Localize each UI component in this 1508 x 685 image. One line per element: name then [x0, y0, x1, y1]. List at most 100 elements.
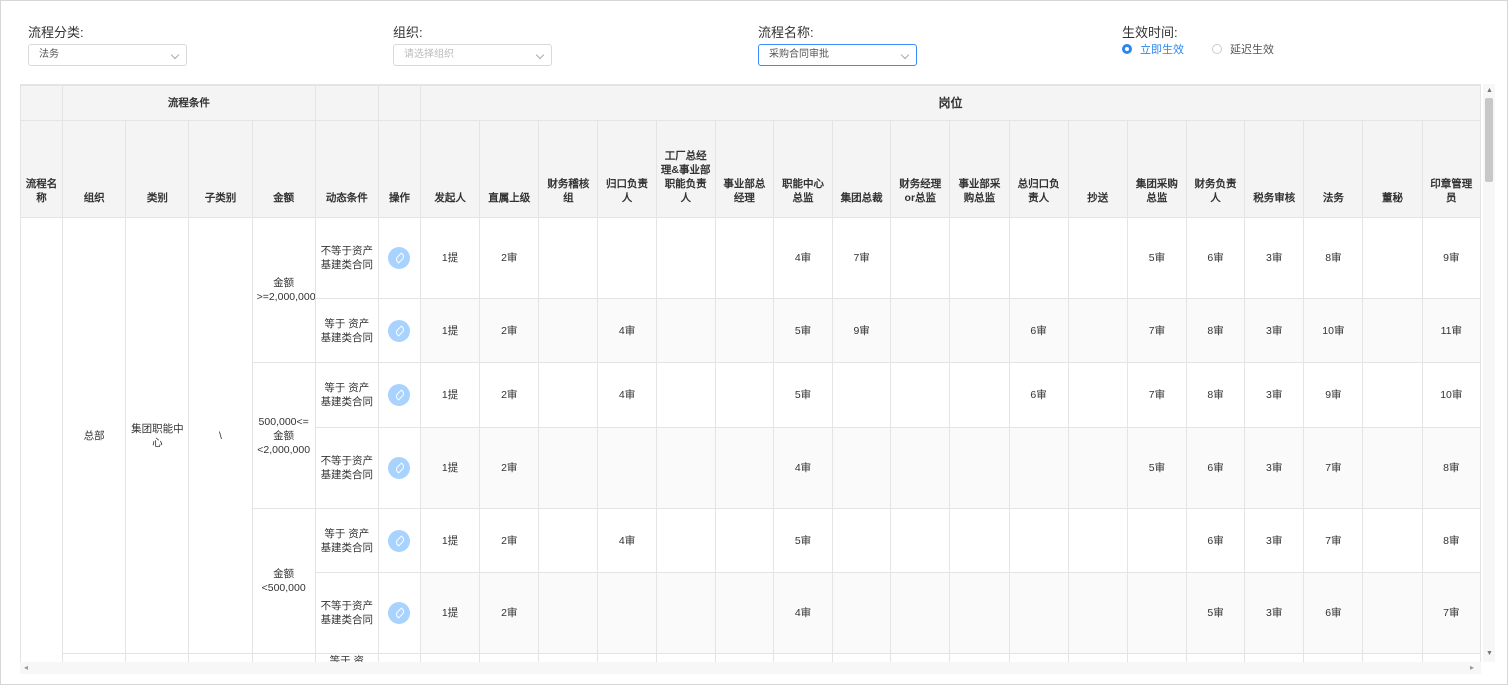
process-name-cell [20, 217, 64, 663]
org-filter-label: 组织: [393, 24, 423, 42]
amount-cell: 金额>=2,000,000 [251, 217, 316, 363]
scroll-left-icon[interactable]: ◂ [24, 663, 28, 672]
position-cell: 6审 [1008, 362, 1069, 428]
radio-delayed-label: 延迟生效 [1230, 44, 1274, 56]
position-cell [538, 508, 599, 573]
column-header: 发起人 [419, 120, 481, 218]
pencil-icon [394, 389, 407, 401]
category-select-value: 法务 [39, 49, 59, 60]
position-cell: 9审 [832, 298, 892, 363]
position-cell: 2审 [479, 217, 540, 299]
edit-icon[interactable] [388, 602, 411, 624]
position-cell: 9审 [1303, 362, 1364, 428]
header-condition-group: 流程条件 [62, 85, 316, 121]
position-cell [655, 572, 716, 654]
column-header: 财务经理or总监 [890, 120, 951, 218]
category-filter-label: 流程分类: [28, 24, 84, 42]
chevron-down-icon [535, 50, 545, 60]
dynamic-condition-cell: 等于 资产基建类合同 [314, 362, 379, 428]
column-header: 类别 [125, 120, 190, 218]
position-cell: 2审 [479, 427, 540, 509]
effective-filter-label: 生效时间: [1122, 24, 1178, 42]
position-cell: 1提 [419, 298, 481, 363]
category-cell: 集团职能中心 [125, 217, 190, 654]
position-cell: 7审 [1421, 572, 1481, 654]
column-header: 事业部采购总监 [949, 120, 1010, 218]
pencil-icon [394, 534, 407, 547]
column-header: 法务 [1303, 120, 1364, 218]
table-row: 总部 集团职能中心 \ 金额>=2,000,000 不等于资产基建类合同 1提 2审 4审 7审… [20, 217, 1481, 663]
column-header: 工厂总经理&事业部职能负责人 [655, 120, 716, 218]
dynamic-condition-cell: 不等于资产基建类合同 [314, 217, 379, 299]
operation-cell [377, 217, 422, 299]
position-cell: 8审 [1421, 427, 1481, 509]
edit-icon[interactable] [388, 247, 411, 269]
edit-icon[interactable] [388, 319, 411, 342]
category-select[interactable]: 法务 [28, 44, 187, 66]
position-cell [597, 427, 657, 509]
column-header: 子类别 [188, 120, 253, 218]
position-cell [538, 427, 599, 509]
position-cell [714, 427, 774, 509]
column-header: 印章管理员 [1421, 120, 1481, 218]
position-cell [597, 217, 657, 299]
position-cell [1067, 572, 1128, 654]
scroll-down-icon[interactable]: ▼ [1486, 650, 1493, 658]
header-blank [20, 85, 64, 121]
vertical-scrollbar-thumb[interactable] [1485, 98, 1493, 182]
process-select[interactable]: 采购合同审批 [758, 44, 917, 66]
horizontal-scrollbar[interactable] [20, 662, 1481, 674]
category-label: 流程分类: [28, 25, 84, 40]
position-cell: 1提 [419, 572, 481, 654]
scroll-right-icon[interactable]: ▸ [1470, 663, 1474, 672]
pencil-icon [394, 607, 407, 619]
position-cell: 8审 [1303, 217, 1364, 299]
position-cell: 6审 [1185, 427, 1246, 509]
column-header: 集团总裁 [832, 120, 892, 218]
pencil-icon [394, 324, 407, 337]
position-cell [1067, 508, 1128, 573]
column-header: 归口负责人 [597, 120, 657, 218]
position-cell [538, 217, 599, 299]
position-cell: 3审 [1244, 362, 1305, 428]
position-cell: 1提 [419, 217, 481, 299]
radio-unchecked-icon [1212, 44, 1222, 54]
org-select[interactable]: 请选择组织 [393, 44, 552, 66]
edit-icon[interactable] [388, 457, 411, 479]
position-cell [1362, 298, 1423, 363]
position-cell: 1提 [419, 362, 481, 428]
column-header: 税务审核 [1244, 120, 1305, 218]
position-cell [655, 427, 716, 509]
edit-icon[interactable] [388, 384, 411, 406]
position-cell [714, 217, 774, 299]
position-cell: 8审 [1185, 298, 1246, 363]
process-filter-label: 流程名称: [758, 24, 814, 42]
position-cell: 2审 [479, 362, 540, 428]
column-header: 金额 [251, 120, 316, 218]
position-cell: 6审 [1008, 298, 1069, 363]
position-cell: 4审 [772, 427, 834, 509]
column-header: 组织 [62, 120, 127, 218]
position-cell [1008, 572, 1069, 654]
scroll-up-icon[interactable]: ▲ [1486, 87, 1493, 95]
position-cell: 5审 [1126, 427, 1187, 509]
column-header: 集团采购总监 [1126, 120, 1187, 218]
position-cell [949, 217, 1010, 299]
position-cell [655, 217, 716, 299]
operation-cell [377, 572, 422, 654]
column-header: 直属上级 [479, 120, 540, 218]
position-cell: 4审 [772, 572, 834, 654]
position-cell [714, 572, 774, 654]
position-cell [949, 427, 1010, 509]
position-cell [949, 298, 1010, 363]
approval-table-container: 流程条件 岗位 流程名称 组织 类别 子类别 金额 动态条件 操作 发起人 直属上级 财务稽核组归… [20, 84, 1481, 663]
column-header: 董秘 [1362, 120, 1423, 218]
position-cell [1067, 362, 1128, 428]
operation-cell [377, 427, 422, 509]
position-cell: 3审 [1244, 217, 1305, 299]
filter-bar: 流程分类: 法务 组织: 请选择组织 流程名称: 采购合同审批 生效时间: 立即… [0, 0, 1508, 80]
edit-icon[interactable] [388, 529, 411, 552]
position-cell: 4审 [597, 508, 657, 573]
position-cell: 10审 [1421, 362, 1481, 428]
position-cell [1362, 427, 1423, 509]
